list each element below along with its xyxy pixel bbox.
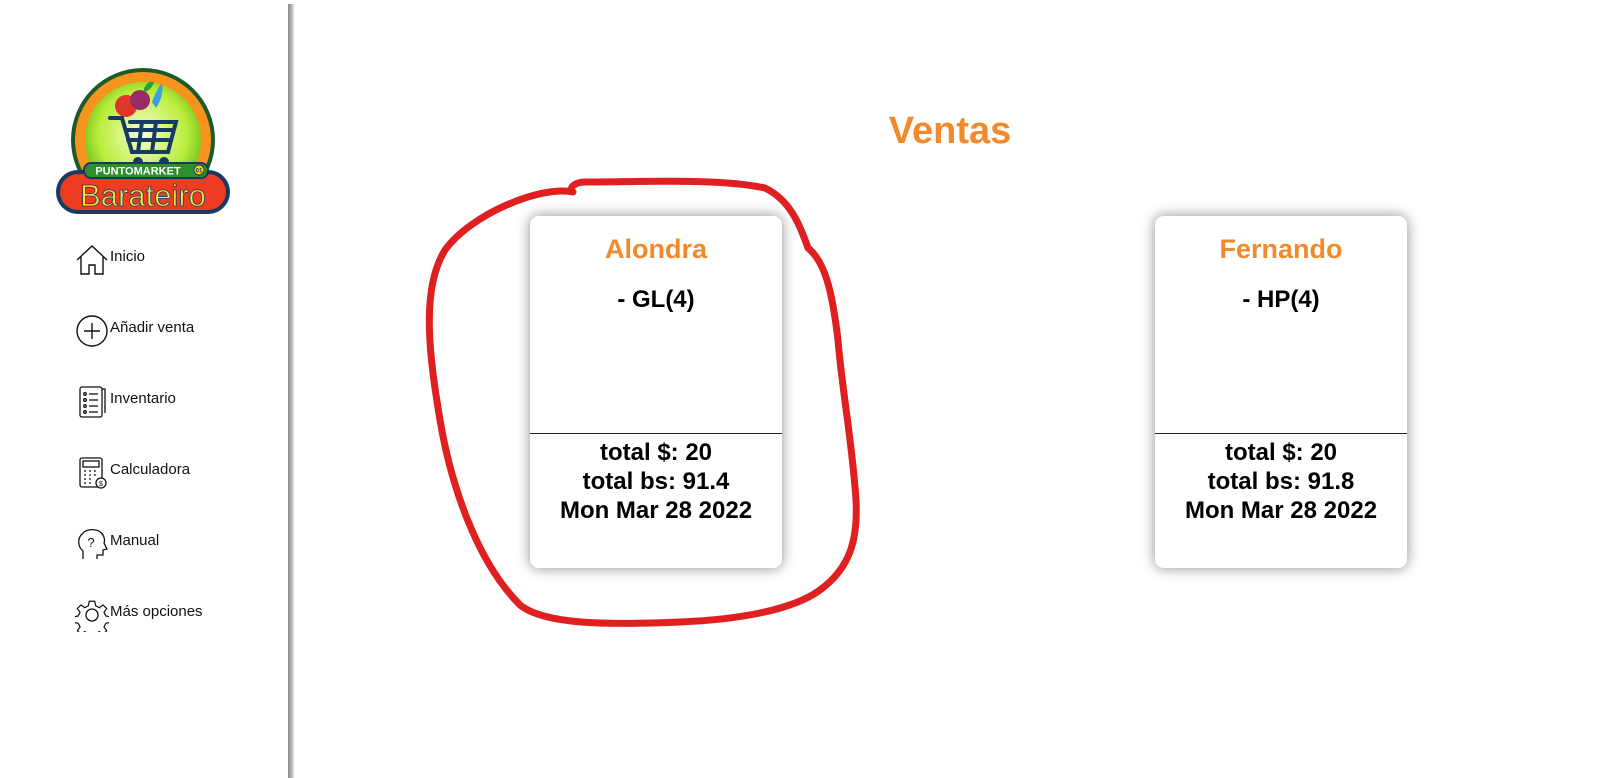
total-bs: total bs: 91.4 (582, 468, 730, 495)
logo-badge-text: 01 (196, 169, 203, 175)
sidebar-divider (288, 4, 294, 778)
nav-item-anadir-venta[interactable]: Añadir venta (74, 313, 194, 349)
nav-item-mas-opciones[interactable]: Más opciones (74, 597, 203, 633)
question-head-icon: ? (74, 526, 110, 562)
nav-label: Inicio (110, 247, 146, 265)
total-usd: total $: 20 (1224, 439, 1338, 466)
plus-circle-icon (74, 313, 110, 349)
nav-item-inicio[interactable]: Inicio (74, 242, 145, 278)
list-icon (74, 384, 110, 420)
nav-item-inventario[interactable]: Inventario (74, 384, 176, 420)
card-divider (1155, 433, 1407, 434)
nav-label: Más opciones (110, 602, 203, 620)
total-usd: total $: 20 (599, 439, 713, 466)
sidebar: PUNTOMARKET 01 Barateiro Inicio Añadir v… (0, 0, 288, 778)
sale-date: Mon Mar 28 2022 (1184, 497, 1378, 524)
gear-icon (74, 597, 110, 633)
seller-name: Alondra (604, 234, 707, 264)
nav-label: Manual (110, 531, 160, 549)
sale-date: Mon Mar 28 2022 (559, 497, 753, 524)
card-divider (530, 433, 782, 434)
calculator-icon: $ (74, 455, 110, 491)
logo-top-text: PUNTOMARKET (95, 166, 181, 178)
sale-card[interactable]: Alondra - GL(4) total $: 20 total bs: 91… (530, 216, 782, 568)
nav-item-manual[interactable]: ? Manual (74, 526, 159, 562)
home-icon (74, 242, 110, 278)
card-totals: total $: 20 total bs: 91.8 Mon Mar 28 20… (1155, 438, 1407, 525)
sale-card[interactable]: Fernando - HP(4) total $: 20 total bs: 9… (1155, 216, 1407, 568)
nav-label: Calculadora (110, 460, 191, 478)
card-totals: total $: 20 total bs: 91.4 Mon Mar 28 20… (530, 438, 782, 525)
nav-item-calculadora[interactable]: $ Calculadora (74, 455, 190, 491)
total-bs: total bs: 91.8 (1207, 468, 1355, 495)
svg-text:$: $ (99, 481, 103, 488)
logo-brand-text: Barateiro (80, 178, 206, 213)
barateiro-logo: PUNTOMARKET 01 Barateiro (52, 66, 234, 218)
sale-item: - HP(4) (1242, 286, 1320, 313)
svg-text:?: ? (87, 535, 94, 550)
sale-item: - GL(4) (617, 286, 695, 313)
page-title: Ventas (888, 110, 1012, 152)
seller-name: Fernando (1219, 234, 1343, 264)
nav-label: Añadir venta (110, 318, 195, 336)
nav-label: Inventario (110, 389, 176, 407)
